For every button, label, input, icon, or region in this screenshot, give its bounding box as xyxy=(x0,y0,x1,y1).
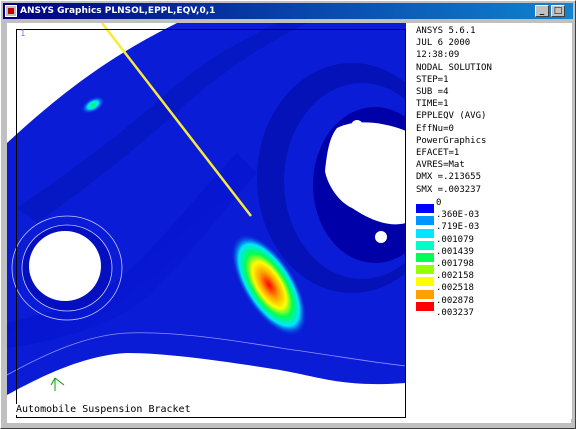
graphics-viewport[interactable]: 1 Automobile Suspension Bracket xyxy=(7,23,406,419)
info-line: DMX =.213655 xyxy=(416,172,482,183)
legend-value: .001079 xyxy=(436,234,474,245)
info-line: JUL 6 2000 xyxy=(416,38,471,49)
legend-value: 0 xyxy=(436,198,442,208)
info-line: STEP=1 xyxy=(416,74,449,85)
info-line: EffNu=0 xyxy=(416,123,454,134)
info-line: AVRES=Mat xyxy=(416,160,465,171)
legend-value: .360E-03 xyxy=(436,210,480,221)
window-title: ANSYS Graphics PLNSOL,EPPL,EQV,0,1 xyxy=(20,6,216,16)
legend-value: .001439 xyxy=(436,246,474,257)
ansys-graphics-window: ANSYS Graphics PLNSOL,EPPL,EQV,0,1 _ □ 1… xyxy=(0,0,576,429)
window-number: 1 xyxy=(20,29,26,39)
legend-swatch xyxy=(416,216,434,226)
legend-value: .719E-03 xyxy=(436,222,480,233)
maximize-button[interactable]: □ xyxy=(551,5,565,17)
info-line: PowerGraphics xyxy=(416,135,487,146)
coordinate-triad xyxy=(50,377,65,391)
legend-swatch xyxy=(416,289,434,299)
info-line: SMX =.003237 xyxy=(416,184,482,195)
contour-plot xyxy=(7,23,406,395)
model-title: Automobile Suspension Bracket xyxy=(16,404,191,415)
ansys-app-icon[interactable] xyxy=(5,5,17,17)
info-line: EPPLEQV (AVG) xyxy=(416,111,487,122)
legend-swatch xyxy=(416,204,434,214)
info-line: ANSYS 5.6.1 xyxy=(416,26,476,36)
legend-swatch xyxy=(416,253,434,262)
info-line: 12:38:09 xyxy=(416,50,460,61)
legend-panel: ANSYS 5.6.1 JUL 6 2000 12:38:09 NODAL SOLUT… xyxy=(412,23,572,419)
legend-value: .003237 xyxy=(436,307,474,318)
info-line: TIME=1 xyxy=(416,99,449,110)
bolt-hole-top xyxy=(351,120,363,132)
info-line: EFACET=1 xyxy=(416,148,460,158)
legend-swatch xyxy=(416,240,434,250)
legend-value: .001798 xyxy=(436,259,474,269)
info-line: SUB =4 xyxy=(416,87,449,97)
title-bar[interactable]: ANSYS Graphics PLNSOL,EPPL,EQV,0,1 _ □ xyxy=(3,3,573,19)
info-line: NODAL SOLUTION xyxy=(416,62,492,73)
legend-swatch xyxy=(416,277,434,287)
graphics-client-area: 1 Automobile Suspension Bracket ANSYS 5.… xyxy=(7,23,572,423)
left-bolt-hole xyxy=(29,231,101,301)
legend-swatch xyxy=(416,301,434,311)
legend-value: .002518 xyxy=(436,283,474,294)
legend-swatch xyxy=(416,265,434,275)
bolt-hole-bottom xyxy=(375,231,387,243)
legend-value: .002878 xyxy=(436,295,474,306)
legend-value: .002158 xyxy=(436,271,474,282)
legend-swatch xyxy=(416,228,434,238)
minimize-button[interactable]: _ xyxy=(535,5,549,17)
